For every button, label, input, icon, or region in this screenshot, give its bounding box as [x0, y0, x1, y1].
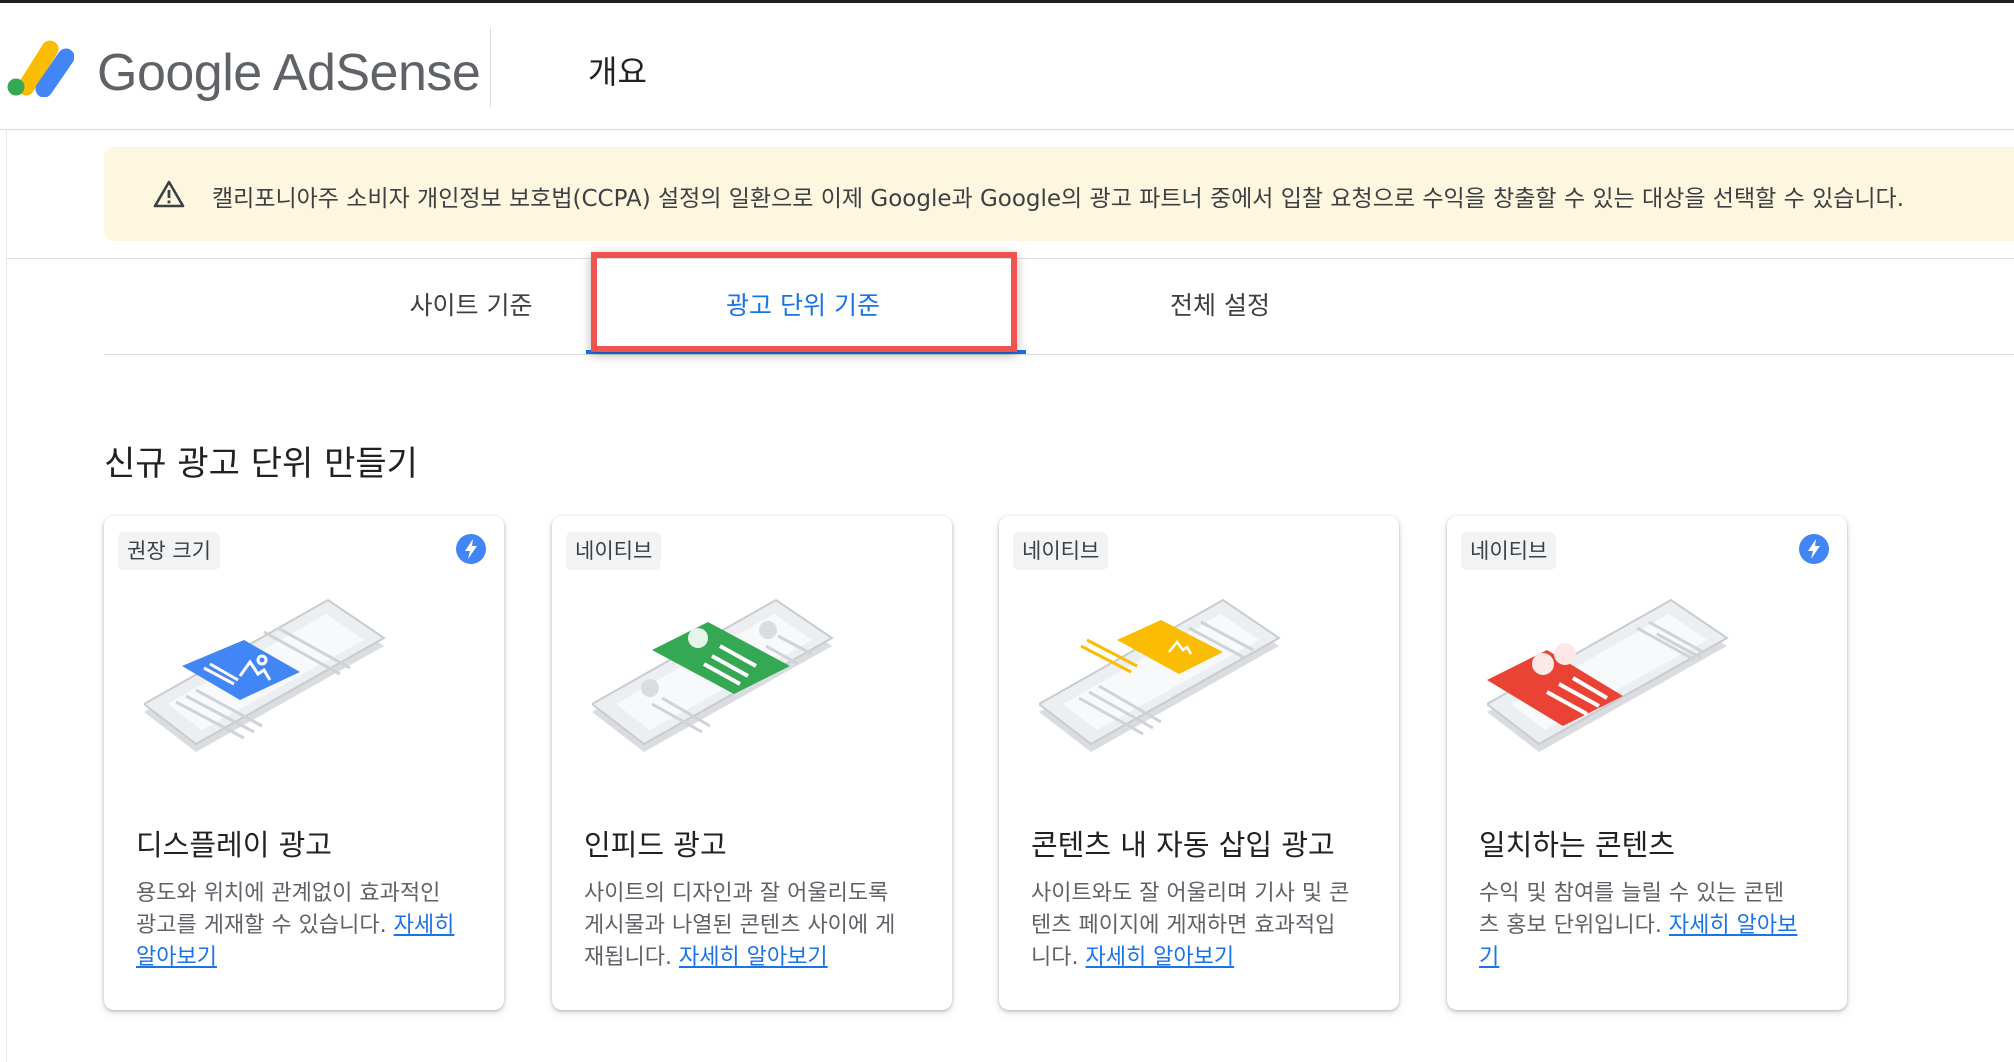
card-title: 일치하는 콘텐츠 [1479, 828, 1675, 862]
infeed-ad-illustration [592, 598, 834, 752]
card-chip: 네이티브 [566, 532, 662, 570]
card-description: 용도와 위치에 관계없이 효과적인 광고를 게재할 수 있습니다. 자세히 알아보기 [136, 881, 455, 970]
card-description: 사이트의 디자인과 잘 어울리도록 게시물과 나열된 콘텐츠 사이에 게 재됩니다.… [584, 881, 896, 970]
card-chip: 네이티브 [1461, 532, 1557, 570]
card-description: 사이트와도 잘 어울리며 기사 및 콘 텐츠 페이지에 게재하면 효과적입 니다. … [1031, 881, 1350, 970]
display-ad-illustration [144, 598, 386, 752]
app-header: Google AdSense 개요 [0, 3, 2014, 130]
section-title: 신규 광고 단위 만들기 [104, 444, 418, 484]
infeed-ad-card[interactable]: 네이티브 인피드 광고 사이트의 디자인과 잘 어울리도록 게시물과 나열된 콘텐… [552, 516, 952, 1010]
matched-content-illustration [1487, 598, 1729, 752]
learn-more-link[interactable]: 기 [1479, 945, 1499, 970]
notice-text: 캘리포니아주 소비자 개인정보 보호법(CCPA) 설정의 일환으로 이제 Go… [212, 186, 1905, 212]
bolt-icon [1799, 534, 1829, 564]
inarticle-ad-card[interactable]: 네이티브 콘텐츠 내 자동 삽입 광고 사이트와도 잘 어울리며 기사 및 콘텐… [999, 516, 1399, 1010]
tab-bar: 사이트 기준 광고 단위 기준 전체 설정 [104, 258, 2014, 355]
learn-more-link[interactable]: 자세히 알아보 [1669, 913, 1797, 938]
side-rail-divider [6, 130, 7, 1062]
tab-global-settings[interactable]: 전체 설정 [1020, 258, 1420, 354]
card-title: 콘텐츠 내 자동 삽입 광고 [1031, 828, 1335, 862]
learn-more-link[interactable]: 자세히 [394, 913, 455, 938]
matched-content-card[interactable]: 네이티브 일치하는 콘텐츠 수익 및 참여를 늘릴 수 있는 콘텐 츠 홍보 단위… [1447, 516, 1847, 1010]
header-divider [490, 27, 491, 107]
page-title: 개요 [588, 53, 647, 91]
learn-more-link[interactable]: 자세히 알아보기 [1085, 945, 1234, 970]
bolt-icon [456, 534, 486, 564]
adsense-logo-icon[interactable] [6, 39, 74, 97]
learn-more-link[interactable]: 자세히 알아보기 [679, 945, 828, 970]
display-ad-card[interactable]: 권장 크기 디스플레이 광고 용도와 위치에 관계없이 효과적인 광고를 게재할 … [104, 516, 504, 1010]
card-chip: 권장 크기 [118, 532, 220, 570]
card-title: 인피드 광고 [584, 828, 727, 862]
warning-icon [153, 180, 185, 208]
ccpa-notice-banner: 캘리포니아주 소비자 개인정보 보호법(CCPA) 설정의 일환으로 이제 Go… [104, 147, 2014, 241]
card-title: 디스플레이 광고 [136, 828, 332, 862]
inarticle-ad-illustration [1039, 598, 1281, 752]
brand-name: Google AdSense [97, 44, 481, 102]
highlight-annotation-box [591, 252, 1017, 352]
learn-more-link[interactable]: 알아보기 [136, 945, 217, 970]
card-chip: 네이티브 [1013, 532, 1109, 570]
card-description: 수익 및 참여를 늘릴 수 있는 콘텐 츠 홍보 단위입니다. 자세히 알아보 기 [1479, 881, 1798, 970]
